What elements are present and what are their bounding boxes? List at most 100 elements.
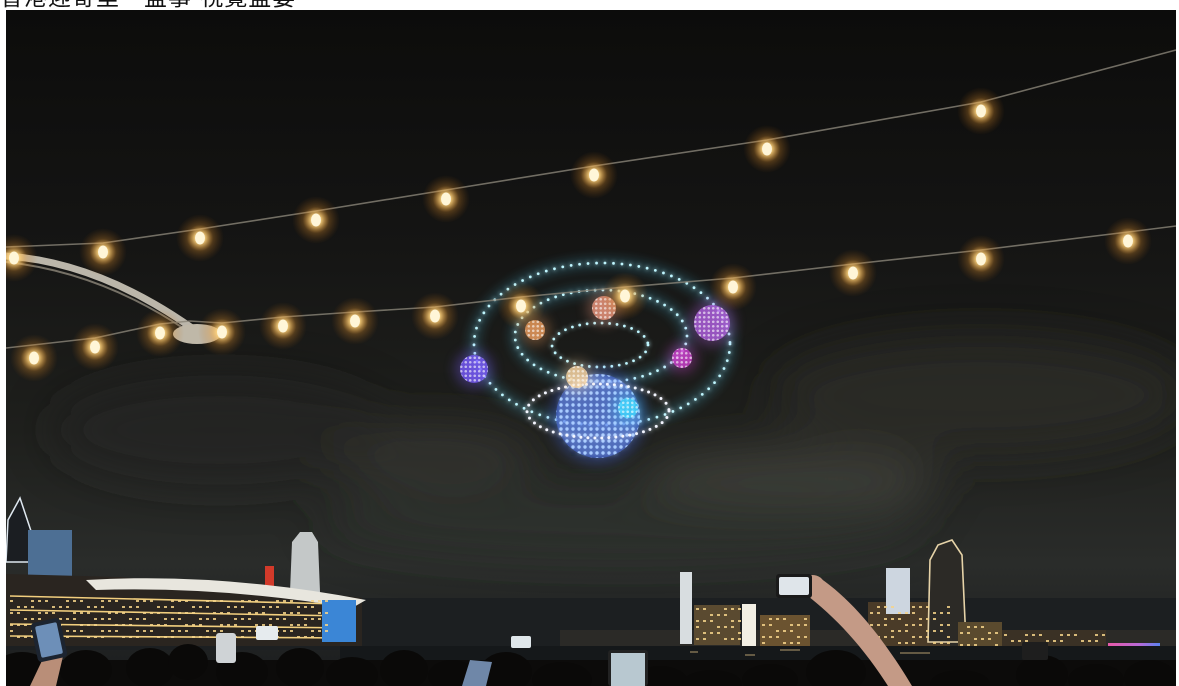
bulb-core: [848, 266, 858, 280]
window-light: [122, 612, 125, 614]
window-light: [234, 618, 237, 620]
window-light: [80, 630, 83, 632]
window-light: [981, 638, 984, 640]
window-light: [325, 600, 328, 602]
window-light: [143, 618, 146, 620]
window-light: [10, 612, 13, 614]
window-light: [898, 612, 901, 614]
window-light: [129, 636, 132, 638]
window-light: [1081, 640, 1084, 642]
window-light: [136, 630, 139, 632]
window-light: [101, 600, 104, 602]
window-light: [31, 606, 34, 608]
window-light: [877, 606, 880, 608]
window-light: [891, 636, 894, 638]
window-light: [290, 612, 293, 614]
window-light: [136, 636, 139, 638]
bulb-core: [98, 245, 108, 259]
window-light: [171, 600, 174, 602]
bulb-core: [90, 340, 100, 354]
window-light: [884, 606, 887, 608]
window-light: [248, 612, 251, 614]
planet-drone-dots: [566, 366, 588, 388]
window-light: [241, 600, 244, 602]
window-light: [24, 606, 27, 608]
window-light: [1088, 640, 1091, 642]
bulb-core: [155, 326, 165, 340]
light-bulb: [829, 249, 877, 297]
window-light: [227, 624, 230, 626]
window-light: [241, 606, 244, 608]
window-light: [696, 608, 699, 610]
window-light: [199, 624, 202, 626]
window-light: [304, 618, 307, 620]
light-bulb: [743, 125, 791, 173]
window-light: [248, 618, 251, 620]
drone-planet: [613, 393, 643, 423]
window-light: [206, 600, 209, 602]
window-light: [66, 630, 69, 632]
window-light: [108, 600, 111, 602]
window-light: [988, 632, 991, 634]
window-light: [995, 632, 998, 634]
drone-show-photo: [6, 10, 1176, 686]
window-light: [905, 642, 908, 644]
window-light: [171, 606, 174, 608]
window-light: [797, 624, 800, 626]
window-light: [703, 608, 706, 610]
photo-frame: [6, 10, 1176, 686]
window-light: [318, 618, 321, 620]
window-light: [926, 636, 929, 638]
window-light: [891, 618, 894, 620]
window-light: [898, 642, 901, 644]
window-light: [185, 630, 188, 632]
window-light: [241, 630, 244, 632]
light-bulb: [331, 297, 379, 345]
window-light: [912, 642, 915, 644]
window-light: [101, 606, 104, 608]
drone-planet: [455, 350, 493, 388]
window-light: [311, 600, 314, 602]
window-light: [940, 612, 943, 614]
light-bulb: [497, 282, 545, 330]
window-light: [731, 620, 734, 622]
window-light: [1095, 640, 1098, 642]
window-light: [947, 606, 950, 608]
light-bulb: [957, 87, 1005, 135]
window-light: [905, 630, 908, 632]
window-light: [17, 636, 20, 638]
window-light: [783, 630, 786, 632]
window-light: [947, 624, 950, 626]
window-light: [1046, 640, 1049, 642]
window-light: [1067, 634, 1070, 636]
window-light: [762, 642, 765, 644]
window-light: [974, 626, 977, 628]
raised-phone: [256, 626, 278, 640]
window-light: [164, 624, 167, 626]
window-light: [912, 624, 915, 626]
window-light: [17, 606, 20, 608]
window-light: [108, 630, 111, 632]
bulb-core: [516, 299, 526, 313]
window-light: [967, 644, 970, 646]
window-light: [717, 614, 720, 616]
window-light: [318, 630, 321, 632]
window-light: [66, 606, 69, 608]
window-light: [981, 626, 984, 628]
window-light: [199, 618, 202, 620]
window-light: [1053, 640, 1056, 642]
window-light: [804, 636, 807, 638]
window-light: [724, 638, 727, 640]
light-bulb: [292, 196, 340, 244]
window-light: [94, 606, 97, 608]
window-light: [192, 636, 195, 638]
window-light: [912, 636, 915, 638]
window-light: [178, 618, 181, 620]
window-light: [1074, 634, 1077, 636]
window-light: [185, 600, 188, 602]
window-light: [870, 624, 873, 626]
window-light: [960, 632, 963, 634]
window-light: [790, 630, 793, 632]
window-light: [995, 644, 998, 646]
window-light: [297, 606, 300, 608]
